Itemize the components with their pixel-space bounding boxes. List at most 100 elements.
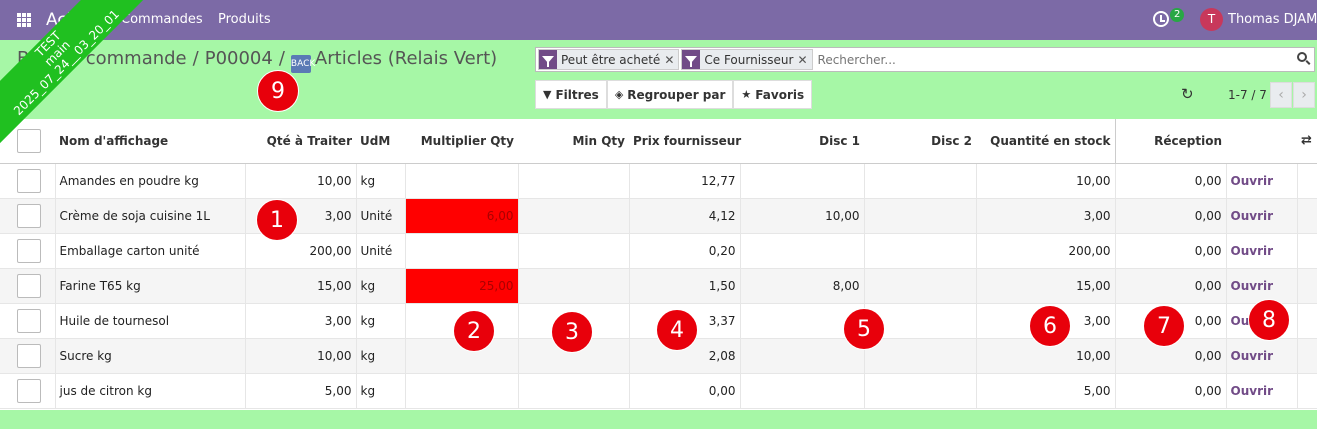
table-row[interactable]: Sucre kg 10,00 kg 2,08 10,00 0,00 Ouvrir [0, 338, 1317, 374]
pager-previous-button[interactable]: ‹ [1270, 82, 1292, 108]
avatar[interactable]: T [1200, 8, 1223, 31]
menu-produits[interactable]: Produits [218, 12, 271, 27]
cell-disc1 [740, 373, 865, 409]
cell-qty: 10,00 [245, 338, 357, 374]
cell-reception: 0,00 [1115, 233, 1227, 269]
layers-icon: ◈ [614, 88, 624, 101]
close-icon[interactable]: ✕ [797, 53, 811, 67]
open-button[interactable]: Ouvrir [1231, 209, 1274, 223]
lines-table: Nom d'affichage Qté à Traiter UdM Multip… [0, 119, 1317, 409]
refresh-icon[interactable]: ↻ [1181, 86, 1197, 102]
cell-uom: Unité [356, 198, 406, 234]
cell-qty: 10,00 [245, 163, 357, 199]
open-button[interactable]: Ouvrir [1231, 384, 1274, 398]
open-button[interactable]: Ouvrir [1231, 244, 1274, 258]
row-checkbox[interactable] [17, 168, 41, 193]
empty-cell [1297, 303, 1317, 339]
cell-disc2 [864, 163, 977, 199]
select-all-checkbox[interactable] [17, 128, 41, 153]
cell-name: Farine T65 kg [55, 268, 246, 304]
facet-label: Ce Fournisseur [704, 52, 794, 67]
open-button[interactable]: Ouvrir [1231, 174, 1274, 188]
open-button-cell: Ouvrir [1226, 268, 1298, 304]
annotation-marker: 6 [1029, 305, 1071, 347]
search-icon[interactable] [1297, 52, 1311, 66]
cell-uom: kg [356, 163, 406, 199]
table-row[interactable]: Crème de soja cuisine 1L 3,00 Unité 6,00 4,1… [0, 198, 1317, 234]
close-icon[interactable]: ✕ [664, 53, 678, 67]
user-name[interactable]: Thomas DJAMA [1228, 12, 1317, 27]
favorites-button[interactable]: ★ Favoris [733, 80, 813, 109]
sliders-icon[interactable]: ⇄ [1301, 133, 1312, 148]
open-button[interactable]: Ouvrir [1231, 279, 1274, 293]
row-checkbox[interactable] [17, 238, 41, 263]
open-button[interactable]: Ouvrir [1231, 349, 1274, 363]
col-header-min-qty[interactable]: Min Qty [518, 119, 629, 164]
row-checkbox[interactable] [17, 203, 41, 228]
open-button-cell: Ouvrir [1226, 373, 1298, 409]
annotation-marker: 3 [551, 311, 593, 353]
filters-button[interactable]: ▼ Filtres [535, 80, 607, 109]
empty-cell [1297, 373, 1317, 409]
cell-name: Amandes en poudre kg [55, 163, 246, 199]
group-by-button[interactable]: ◈ Regrouper par [606, 80, 734, 109]
cell-disc1 [740, 233, 865, 269]
cell-reception: 0,00 [1115, 373, 1227, 409]
cell-stock: 200,00 [976, 233, 1116, 269]
activity-button[interactable] [1153, 11, 1171, 29]
cell-disc1 [740, 338, 865, 374]
col-header-reception[interactable]: Réception [1114, 119, 1226, 164]
col-header-uom[interactable]: UdM [356, 119, 405, 164]
cell-multiplier [405, 233, 519, 269]
cell-stock: 3,00 [976, 198, 1116, 234]
search-bar: Peut être acheté ✕ Ce Fournisseur ✕ [535, 47, 1315, 72]
row-checkbox-cell [0, 303, 56, 339]
row-checkbox[interactable] [17, 273, 41, 298]
cell-price: 0,00 [629, 373, 741, 409]
search-options-toolbar: ▼ Filtres ◈ Regrouper par ★ Favoris [535, 80, 813, 109]
cell-uom: kg [356, 373, 406, 409]
top-navbar: Achats Commandes Produits 2 T Thomas DJA… [0, 0, 1317, 40]
cell-price: 12,77 [629, 163, 741, 199]
cell-stock: 10,00 [976, 163, 1116, 199]
cell-disc2 [864, 268, 977, 304]
row-checkbox[interactable] [17, 308, 41, 333]
column-settings-cell: ⇄ [1297, 119, 1317, 164]
col-header-qty[interactable]: Qté à Traiter [245, 119, 356, 164]
table-row[interactable]: Farine T65 kg 15,00 kg 25,00 1,50 8,00 15,00 0,… [0, 268, 1317, 304]
row-checkbox-cell [0, 268, 56, 304]
row-checkbox[interactable] [17, 378, 41, 403]
search-input[interactable] [817, 52, 1278, 67]
col-header-action [1226, 119, 1297, 164]
row-checkbox-cell [0, 338, 56, 374]
breadcrumb-item-order-number[interactable]: P00004 [205, 48, 273, 69]
col-header-disc2[interactable]: Disc 2 [864, 119, 976, 164]
clock-icon [1153, 11, 1169, 27]
annotation-marker: 7 [1143, 305, 1185, 347]
list-view: Nom d'affichage Qté à Traiter UdM Multip… [0, 119, 1317, 410]
apps-menu-icon[interactable] [17, 13, 31, 27]
cell-disc1 [740, 163, 865, 199]
open-button-cell: Ouvrir [1226, 233, 1298, 269]
cell-min-qty [518, 373, 630, 409]
col-header-stock[interactable]: Quantité en stock [976, 119, 1115, 164]
table-row[interactable]: Amandes en poudre kg 10,00 kg 12,77 10,00 0,0… [0, 163, 1317, 199]
cell-price: 0,20 [629, 233, 741, 269]
search-facet: Peut être acheté ✕ [538, 49, 680, 70]
col-header-price[interactable]: Prix fournisseur [629, 119, 741, 164]
col-header-multiplier[interactable]: Multiplier Qty [405, 119, 518, 164]
table-row[interactable]: jus de citron kg 5,00 kg 0,00 5,00 0,00 Ouvrir [0, 373, 1317, 409]
table-row[interactable]: Emballage carton unité 200,00 Unité 0,20 200… [0, 233, 1317, 269]
menu-commandes[interactable]: Commandes [121, 12, 203, 27]
cell-disc1: 8,00 [740, 268, 865, 304]
row-checkbox[interactable] [17, 343, 41, 368]
annotation-marker: 9 [257, 70, 299, 112]
pager-next-button[interactable]: › [1293, 82, 1315, 108]
col-header-disc1[interactable]: Disc 1 [740, 119, 864, 164]
cell-qty: 15,00 [245, 268, 357, 304]
pager-value[interactable]: 1-7 / 7 [1228, 88, 1267, 102]
back-icon[interactable]: BACK [290, 55, 315, 73]
cell-name: Sucre kg [55, 338, 246, 374]
table-header: Nom d'affichage Qté à Traiter UdM Multip… [0, 119, 1317, 164]
col-header-name[interactable]: Nom d'affichage [55, 119, 245, 164]
